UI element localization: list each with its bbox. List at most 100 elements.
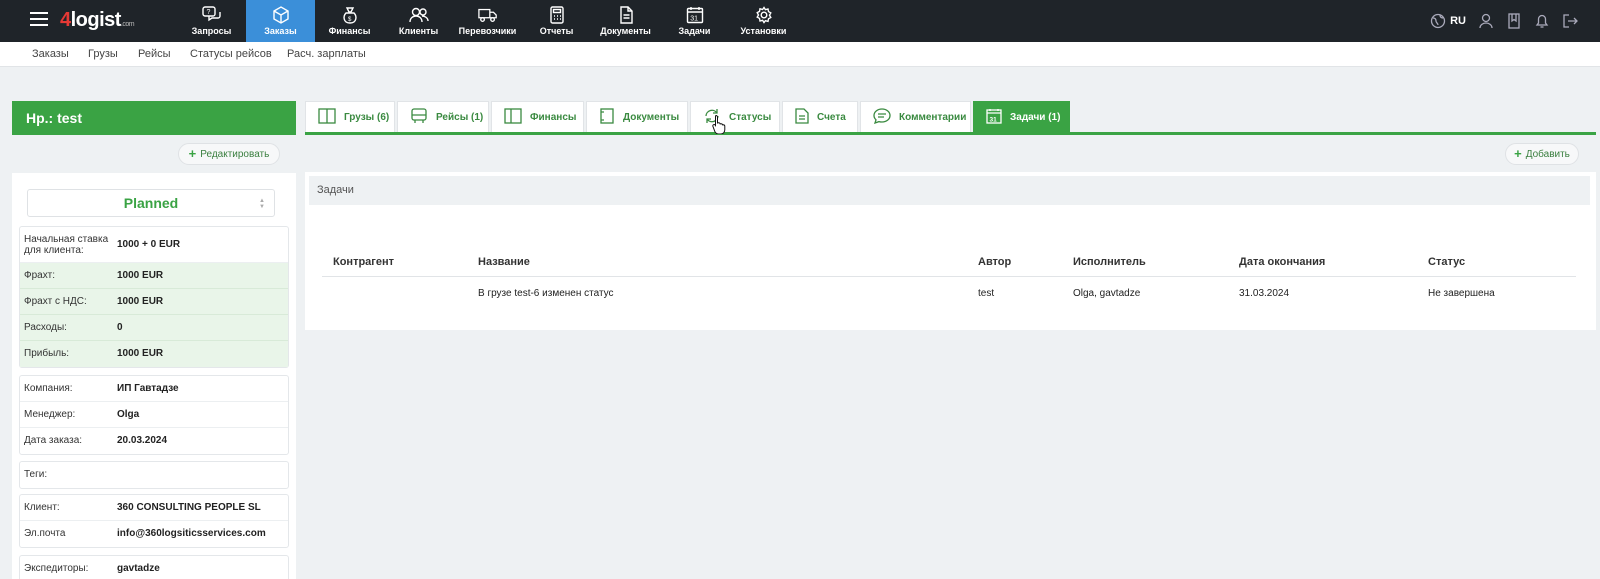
- column-header[interactable]: Дата окончания: [1239, 256, 1325, 268]
- table-row[interactable]: В грузе test-6 изменен статус test Olga,…: [322, 279, 1576, 309]
- detail-value: info@360logsiticsservices.com: [117, 528, 266, 539]
- gear-icon: [754, 6, 774, 24]
- language-selector[interactable]: RU: [1450, 15, 1466, 27]
- cell-title[interactable]: В грузе test-6 изменен статус: [478, 288, 614, 299]
- select-arrows-icon: ▲ ▼: [259, 198, 265, 210]
- subnav-trip-statuses[interactable]: Статусы рейсов: [190, 48, 272, 60]
- nav-label: Установки: [740, 26, 787, 36]
- edit-button-label: Редактировать: [200, 148, 270, 160]
- bookmark-icon[interactable]: [1506, 13, 1522, 29]
- documents-tab-icon: [599, 107, 615, 127]
- column-header[interactable]: Статус: [1428, 256, 1465, 268]
- invoice-icon: [795, 107, 809, 127]
- globe-icon[interactable]: [1430, 13, 1446, 29]
- cell-status: Не завершена: [1428, 288, 1495, 299]
- column-header[interactable]: Автор: [978, 256, 1011, 268]
- detail-row: Экспедиторы: gavtadze: [20, 556, 288, 579]
- detail-value: gavtadze: [117, 563, 160, 574]
- tab-label: Задачи (1): [1010, 111, 1061, 123]
- tab-comments[interactable]: Комментарии: [860, 101, 971, 132]
- nav-requests[interactable]: ? Запросы: [177, 0, 246, 42]
- subnav-orders[interactable]: Заказы: [32, 48, 69, 60]
- finance-card: Начальная ставка для клиента: 1000 + 0 E…: [19, 226, 289, 368]
- svg-text:31: 31: [690, 16, 698, 23]
- truck-icon: [477, 6, 498, 24]
- add-button-label: Добавить: [1525, 148, 1570, 160]
- order-title: Нр.: test: [12, 101, 296, 135]
- detail-value: 1000 EUR: [117, 296, 164, 307]
- detail-key: Прибыль:: [24, 348, 70, 359]
- logout-icon[interactable]: [1562, 13, 1578, 29]
- nav-label: Запросы: [191, 26, 232, 36]
- nav-reports[interactable]: Отчеты: [522, 0, 591, 42]
- order-status-select[interactable]: Planned ▲ ▼: [27, 189, 275, 217]
- calendar-icon: 31: [685, 6, 705, 24]
- nav-documents[interactable]: Документы: [591, 0, 660, 42]
- tab-statuses[interactable]: Статусы: [690, 101, 780, 132]
- tab-trips[interactable]: Рейсы (1): [397, 101, 489, 132]
- bus-icon: [410, 107, 428, 127]
- tab-tasks[interactable]: 31 Задачи (1): [973, 101, 1070, 132]
- nav-finance[interactable]: $ Финансы: [315, 0, 384, 42]
- menu-icon[interactable]: [30, 12, 48, 28]
- detail-value: 1000 + 0 EUR: [117, 239, 181, 250]
- tags-card: Теги:: [19, 461, 289, 489]
- detail-value: ИП Гавтадзе: [117, 383, 179, 394]
- subnav-cargo[interactable]: Грузы: [88, 48, 118, 60]
- tab-label: Рейсы (1): [436, 111, 484, 123]
- nav-label: Клиенты: [398, 26, 439, 36]
- requests-icon: ?: [201, 6, 222, 24]
- nav-orders[interactable]: Заказы: [246, 0, 315, 42]
- column-header[interactable]: Название: [478, 256, 530, 268]
- company-card: Компания: ИП Гавтадзе Менеджер: Olga Дат…: [19, 375, 289, 455]
- detail-row: Расходы: 0: [20, 315, 288, 341]
- column-header[interactable]: Контрагент: [333, 256, 394, 268]
- add-task-button[interactable]: + Добавить: [1505, 143, 1579, 165]
- detail-value: 1000 EUR: [117, 348, 164, 359]
- forwarders-card: Экспедиторы: gavtadze: [19, 555, 289, 579]
- detail-value: 360 CONSULTING PEOPLE SL: [117, 502, 261, 513]
- tab-label: Документы: [623, 111, 680, 123]
- tasks-table-header: Контрагент Название Автор Исполнитель Да…: [322, 247, 1576, 277]
- detail-value: Olga: [117, 409, 140, 420]
- column-header[interactable]: Исполнитель: [1073, 256, 1146, 268]
- bell-icon[interactable]: [1534, 13, 1550, 29]
- tab-cargo[interactable]: Грузы (6): [305, 101, 395, 132]
- edit-button[interactable]: + Редактировать: [178, 143, 280, 165]
- app-logo[interactable]: 4logist.com: [60, 9, 135, 32]
- cargo-icon: [318, 107, 336, 127]
- main-nav: ? Запросы Заказы $ Финансы Клиенты Перев…: [177, 0, 798, 42]
- detail-value: 20.03.2024: [117, 435, 168, 446]
- orders-icon: [271, 6, 291, 24]
- nav-settings[interactable]: Установки: [729, 0, 798, 42]
- finance-tab-icon: [504, 107, 522, 127]
- detail-key: Фрахт с НДС:: [24, 296, 87, 307]
- tab-documents[interactable]: Документы: [586, 101, 688, 132]
- detail-row: Начальная ставка для клиента: 1000 + 0 E…: [20, 227, 288, 263]
- clients-icon: [408, 6, 429, 24]
- nav-tasks[interactable]: 31 Задачи: [660, 0, 729, 42]
- tab-invoices[interactable]: Счета: [782, 101, 858, 132]
- tab-label: Счета: [817, 111, 846, 123]
- nav-label: Перевозчики: [458, 26, 517, 36]
- subnav-trips[interactable]: Рейсы: [138, 48, 171, 60]
- detail-key: Эл.почта: [24, 528, 66, 539]
- topbar-right-tools: RU: [1430, 0, 1578, 42]
- user-icon[interactable]: [1478, 13, 1494, 29]
- tab-finance[interactable]: Финансы: [491, 101, 584, 132]
- plus-icon: +: [188, 146, 197, 161]
- detail-value: 0: [117, 322, 123, 333]
- sub-navigation: Заказы Грузы Рейсы Статусы рейсов Расч. …: [0, 42, 1600, 67]
- detail-key: Начальная ставка для клиента:: [24, 234, 109, 256]
- detail-value: 1000 EUR: [117, 270, 164, 281]
- detail-key: Компания:: [24, 383, 73, 394]
- detail-row: Теги:: [20, 462, 288, 488]
- nav-carriers[interactable]: Перевозчики: [453, 0, 522, 42]
- subnav-salary-calc[interactable]: Расч. зарплаты: [287, 48, 366, 60]
- nav-clients[interactable]: Клиенты: [384, 0, 453, 42]
- detail-key: Расходы:: [24, 322, 67, 333]
- tab-label: Комментарии: [899, 111, 967, 123]
- cell-due-date: 31.03.2024: [1239, 288, 1290, 299]
- detail-key: Менеджер:: [24, 409, 76, 420]
- tab-label: Статусы: [729, 111, 772, 123]
